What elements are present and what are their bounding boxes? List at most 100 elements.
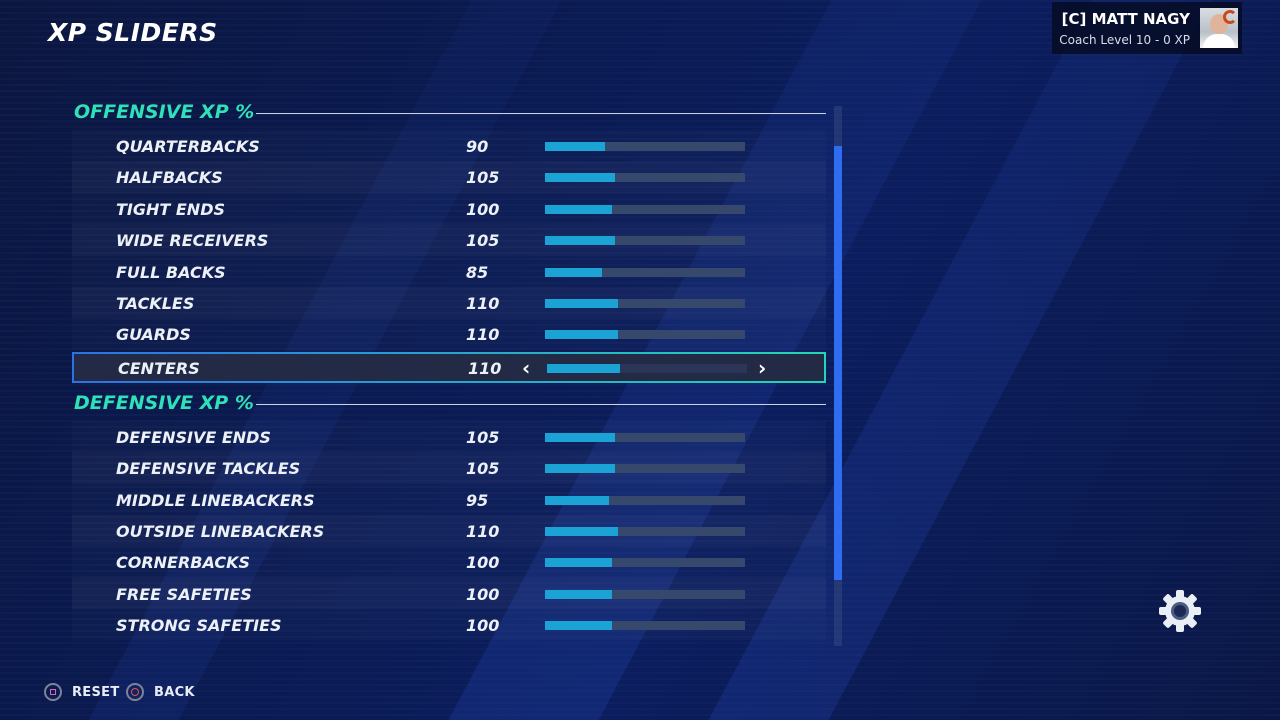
slider-value: 85	[466, 262, 489, 282]
slider-fill	[545, 267, 602, 277]
slider-value: 105	[466, 231, 500, 251]
slider-label: OUTSIDE LINEBACKERS	[116, 521, 325, 541]
back-label: BACK	[154, 684, 195, 700]
section-header: DEFENSIVE XP %	[72, 387, 826, 421]
slider-fill	[545, 558, 612, 568]
slider-row[interactable]: TIGHT ENDS 100	[72, 193, 826, 224]
slider-fill	[545, 432, 615, 442]
circle-button-icon	[126, 683, 144, 701]
slider-row[interactable]: TACKLES 110	[72, 286, 826, 319]
slider-row[interactable]: FULL BACKS 85	[72, 256, 826, 287]
section-title: OFFENSIVE XP %	[74, 101, 255, 123]
reset-hint[interactable]: RESET	[44, 682, 120, 702]
chevron-right-icon[interactable]: ›	[758, 356, 766, 380]
slider-fill	[547, 363, 620, 373]
slider-fill	[545, 204, 612, 214]
slider-row[interactable]: OUTSIDE LINEBACKERS 110	[72, 514, 826, 547]
slider-row[interactable]: DEFENSIVE TACKLES 105	[72, 452, 826, 484]
slider-value: 95	[466, 490, 489, 510]
slider-label: DEFENSIVE ENDS	[116, 427, 271, 447]
profile-name: [C] MATT NAGY	[1061, 10, 1190, 28]
section-divider	[256, 113, 826, 114]
slider-track[interactable]	[545, 330, 745, 340]
slider-value: 110	[468, 358, 502, 378]
slider-track[interactable]	[545, 236, 745, 246]
slider-row[interactable]: GUARDS 110	[72, 318, 826, 349]
xp-slider-list: OFFENSIVE XP % QUARTERBACKS 90 HALFBACKS 105…	[72, 96, 826, 648]
slider-row[interactable]: QUARTERBACKS 90	[72, 130, 826, 161]
slider-fill	[545, 142, 605, 151]
slider-fill	[545, 464, 615, 474]
avatar	[1200, 8, 1238, 48]
slider-row[interactable]: WIDE RECEIVERS 105	[72, 224, 826, 256]
slider-label: FULL BACKS	[116, 262, 226, 282]
slider-row[interactable]: HALFBACKS 105	[72, 161, 826, 193]
slider-value: 110	[466, 293, 500, 313]
slider-label: QUARTERBACKS	[116, 137, 260, 156]
slider-value: 105	[466, 459, 500, 479]
slider-value: 105	[466, 168, 500, 188]
slider-track[interactable]	[545, 558, 745, 568]
slider-fill	[545, 330, 618, 340]
slider-value: 100	[466, 199, 500, 219]
slider-track[interactable]	[545, 267, 745, 277]
slider-row[interactable]: DEFENSIVE ENDS 105	[72, 421, 826, 452]
profile-level: Coach Level 10 - 0 XP	[1059, 33, 1190, 47]
xp-sliders-screen: { "page": { "title": "XP SLIDERS" }, "pr…	[0, 0, 1280, 720]
slider-fill	[545, 495, 609, 505]
slider-fill	[545, 173, 615, 183]
slider-row[interactable]: STRONG SAFETIES 100	[72, 609, 826, 640]
slider-label: STRONG SAFETIES	[116, 616, 282, 636]
profile-badge: [C] MATT NAGY Coach Level 10 - 0 XP	[1052, 2, 1242, 54]
slider-value: 90	[466, 137, 489, 156]
slider-track[interactable]	[545, 173, 745, 183]
back-hint[interactable]: BACK	[126, 682, 195, 702]
slider-value: 100	[466, 584, 500, 604]
slider-track[interactable]	[545, 495, 745, 505]
slider-row[interactable]: FREE SAFETIES 100	[72, 577, 826, 610]
section-header: OFFENSIVE XP %	[72, 96, 826, 130]
slider-label: HALFBACKS	[116, 168, 223, 188]
slider-label: WIDE RECEIVERS	[116, 231, 269, 251]
slider-value: 110	[466, 521, 500, 541]
slider-value: 100	[466, 553, 500, 573]
slider-track[interactable]	[545, 204, 745, 214]
page-title: XP SLIDERS	[48, 18, 218, 47]
slider-fill	[545, 589, 612, 599]
slider-label: MIDDLE LINEBACKERS	[116, 490, 315, 510]
slider-fill	[545, 298, 618, 308]
team-logo-icon	[1223, 10, 1237, 24]
slider-row[interactable]: CENTERS 110 ‹ ›	[72, 351, 826, 383]
slider-fill	[545, 236, 615, 246]
square-button-icon	[44, 683, 62, 701]
slider-row[interactable]: MIDDLE LINEBACKERS 95	[72, 484, 826, 515]
slider-label: TACKLES	[116, 293, 195, 313]
slider-fill	[545, 621, 612, 631]
slider-label: DEFENSIVE TACKLES	[116, 459, 301, 479]
slider-track[interactable]	[545, 464, 745, 474]
slider-value: 105	[466, 427, 500, 447]
slider-track[interactable]	[547, 363, 747, 373]
slider-track[interactable]	[545, 432, 745, 442]
slider-track[interactable]	[545, 526, 745, 536]
slider-label: CENTERS	[118, 358, 200, 378]
slider-fill	[545, 526, 618, 536]
slider-label: FREE SAFETIES	[116, 584, 252, 604]
slider-label: TIGHT ENDS	[116, 199, 225, 219]
section-title: DEFENSIVE XP %	[74, 391, 254, 414]
slider-track[interactable]	[545, 142, 745, 151]
scrollbar-thumb[interactable]	[834, 146, 842, 580]
slider-value: 100	[466, 616, 500, 636]
scrollbar[interactable]	[834, 106, 842, 646]
slider-track[interactable]	[545, 589, 745, 599]
chevron-left-icon[interactable]: ‹	[522, 356, 530, 380]
slider-row[interactable]: CORNERBACKS 100	[72, 546, 826, 577]
slider-track[interactable]	[545, 621, 745, 631]
slider-label: CORNERBACKS	[116, 553, 251, 573]
reset-label: RESET	[72, 684, 120, 700]
gear-icon[interactable]	[1156, 587, 1204, 635]
slider-label: GUARDS	[116, 325, 191, 345]
slider-value: 110	[466, 325, 500, 345]
section-divider	[256, 403, 826, 405]
slider-track[interactable]	[545, 298, 745, 308]
